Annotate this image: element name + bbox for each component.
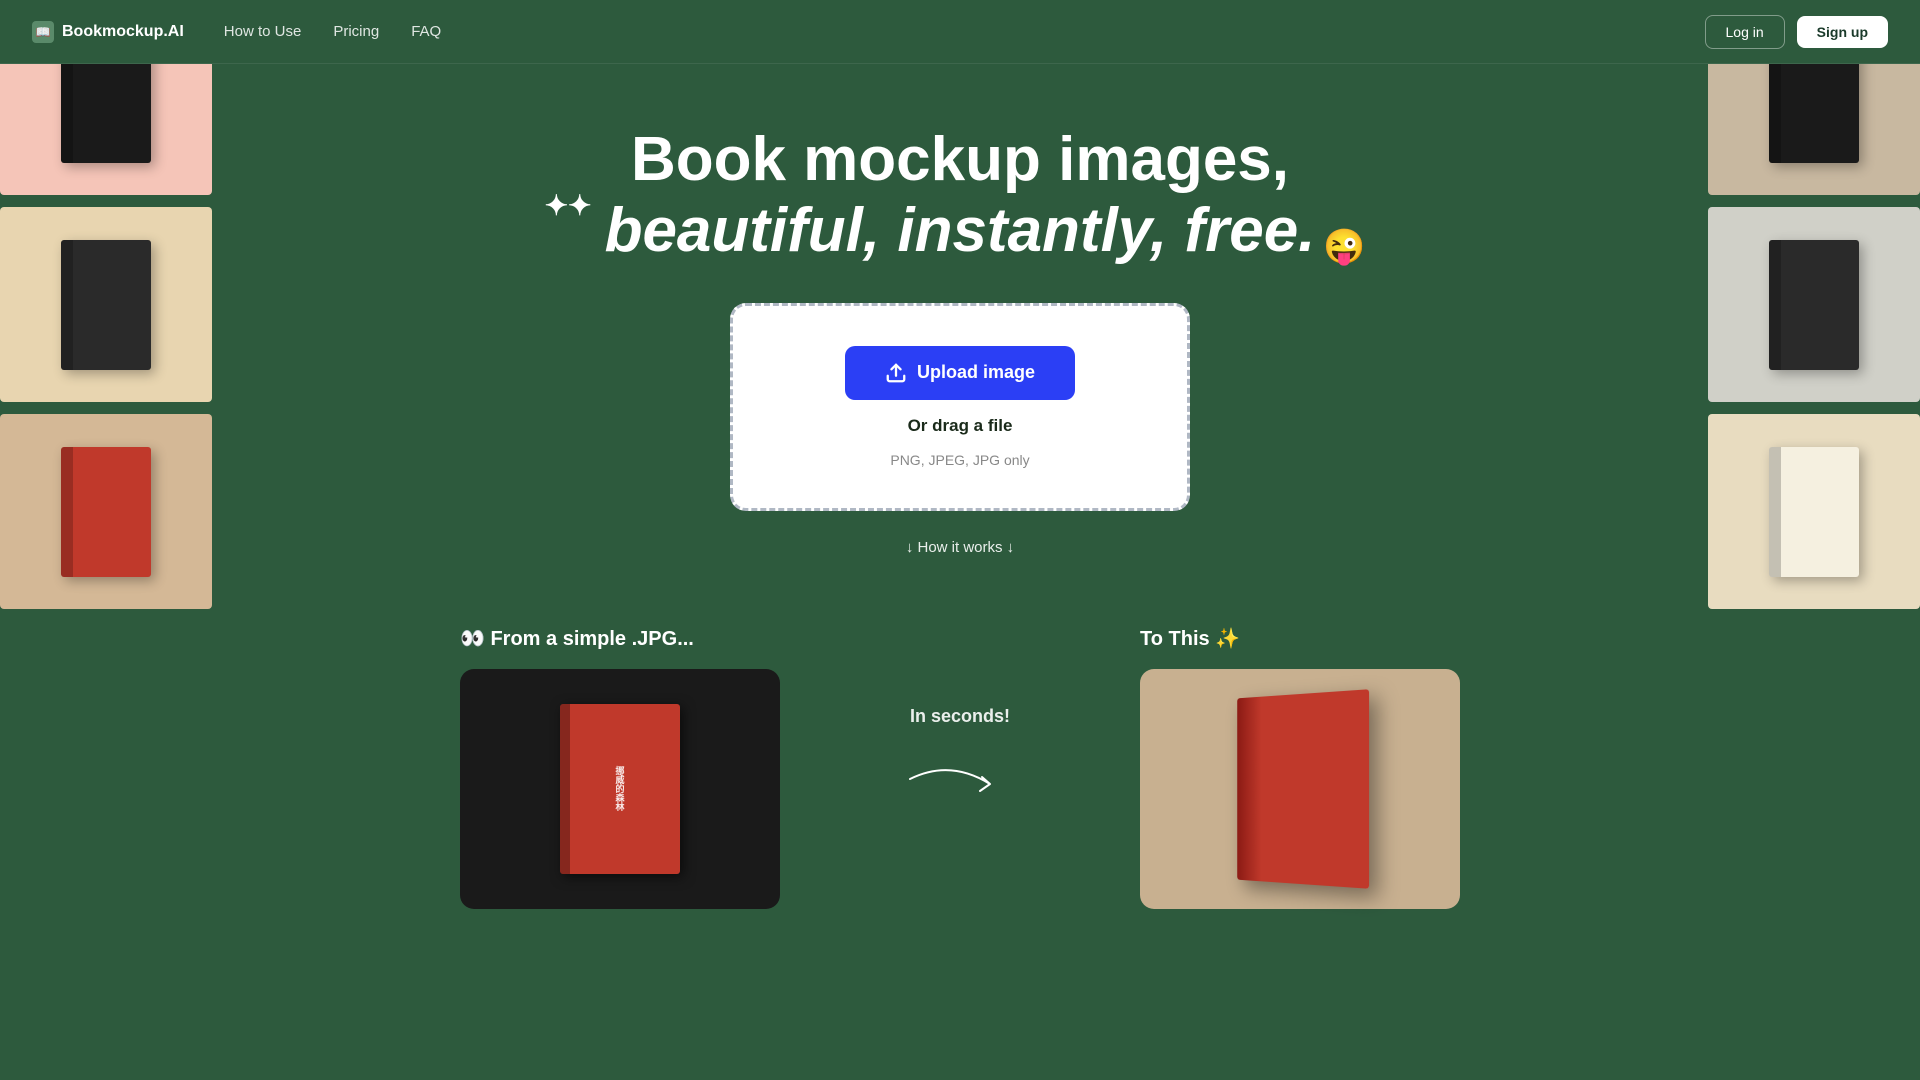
- from-label: 👀 From a simple .JPG...: [460, 626, 780, 651]
- book-right-2: [1708, 207, 1920, 402]
- nav-actions: Log in Sign up: [1705, 15, 1888, 49]
- nav-how-to-use[interactable]: How to Use: [224, 23, 302, 40]
- logo-icon: 📖: [32, 21, 54, 43]
- login-button[interactable]: Log in: [1705, 15, 1785, 49]
- hero-title-line2: ✦✦ beautiful, instantly, free. 😜: [605, 195, 1316, 266]
- book-shape-2: [61, 240, 151, 370]
- sparkle-icon: ✦✦: [545, 190, 592, 222]
- nav-pricing[interactable]: Pricing: [333, 23, 379, 40]
- arrow-icon: [900, 749, 1020, 809]
- book-shape-r3: [1769, 447, 1859, 577]
- to-label: To This ✨: [1140, 626, 1460, 651]
- to-preview-card: [1140, 669, 1460, 909]
- book-shape-3: [61, 447, 151, 577]
- logo-text: Bookmockup.AI: [62, 23, 184, 41]
- book-left-column: [0, 0, 212, 609]
- book-shape-r2: [1769, 240, 1859, 370]
- from-preview-card: 挪威的森林: [460, 669, 780, 909]
- nav-logo[interactable]: 📖 Bookmockup.AI: [32, 21, 184, 43]
- nav-faq[interactable]: FAQ: [411, 23, 441, 40]
- from-book-preview: 挪威的森林: [560, 704, 680, 874]
- arrow-area: In seconds!: [900, 626, 1020, 809]
- drag-text: Or drag a file: [908, 416, 1013, 436]
- book-left-3: [0, 414, 212, 609]
- hero-section: Book mockup images, ✦✦ beautiful, instan…: [0, 64, 1920, 556]
- from-column: 👀 From a simple .JPG... 挪威的森林: [460, 626, 780, 909]
- book-spine-decoration: [560, 704, 570, 874]
- in-seconds-text: In seconds!: [910, 706, 1010, 727]
- bottom-section: 👀 From a simple .JPG... 挪威的森林 In seconds…: [0, 626, 1920, 949]
- hero-title-italic: beautiful, instantly, free.: [605, 196, 1316, 265]
- signup-button[interactable]: Sign up: [1797, 16, 1888, 48]
- book-right-column: [1708, 0, 1920, 609]
- upload-dropzone[interactable]: Upload image Or drag a file PNG, JPEG, J…: [730, 303, 1190, 511]
- navbar: 📖 Bookmockup.AI How to Use Pricing FAQ L…: [0, 0, 1920, 64]
- file-types-text: PNG, JPEG, JPG only: [890, 452, 1029, 468]
- hero-title: Book mockup images, ✦✦ beautiful, instan…: [605, 124, 1316, 267]
- upload-button-label: Upload image: [917, 362, 1035, 383]
- how-it-works-link[interactable]: ↓ How it works ↓: [906, 539, 1014, 556]
- book-text-jp: 挪威的森林: [614, 766, 627, 811]
- book-left-2: [0, 207, 212, 402]
- wink-emoji: 😜: [1323, 228, 1365, 267]
- to-column: To This ✨: [1140, 626, 1460, 909]
- upload-icon: [885, 362, 907, 384]
- hero-title-line1: Book mockup images,: [605, 124, 1316, 195]
- upload-button[interactable]: Upload image: [845, 346, 1075, 400]
- book-right-3: [1708, 414, 1920, 609]
- to-book-mockup: [1237, 689, 1369, 889]
- main-content: Book mockup images, ✦✦ beautiful, instan…: [0, 0, 1920, 949]
- nav-links: How to Use Pricing FAQ: [224, 23, 441, 40]
- upload-section: Upload image Or drag a file PNG, JPEG, J…: [730, 303, 1190, 556]
